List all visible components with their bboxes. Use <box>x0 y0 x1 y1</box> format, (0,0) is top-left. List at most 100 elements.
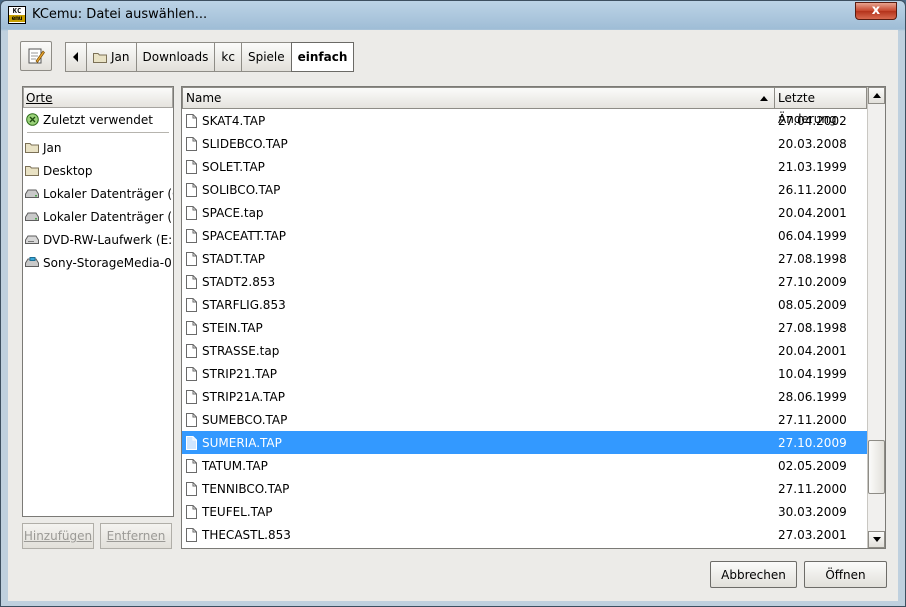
scroll-up-button[interactable] <box>868 87 885 104</box>
path-segment-downloads[interactable]: Downloads <box>135 42 216 72</box>
path-segment-label: einfach <box>297 50 348 64</box>
file-row[interactable]: TENNIBCO.TAP 27.11.2000 <box>182 477 867 500</box>
file-row[interactable]: SOLIBCO.TAP 26.11.2000 <box>182 178 867 201</box>
file-date: 20.04.2001 <box>778 343 847 358</box>
place-item[interactable]: Zuletzt verwendet <box>23 108 173 131</box>
path-segment-kc[interactable]: kc <box>214 42 242 72</box>
file-row[interactable]: SOLET.TAP 21.03.1999 <box>182 155 867 178</box>
kcemu-logo-icon: KC emu <box>8 6 26 24</box>
file-date: 21.03.1999 <box>778 159 847 174</box>
file-date: 27.10.2009 <box>778 435 847 450</box>
file-name-cell: SOLIBCO.TAP <box>182 182 774 197</box>
cancel-button[interactable]: Abbrechen <box>710 561 797 588</box>
places-list: Zuletzt verwendet Jan Desktop Lokaler Daten… <box>23 108 173 274</box>
file-name: STARFLIG.853 <box>202 297 286 312</box>
file-date: 30.03.2009 <box>778 504 847 519</box>
file-row[interactable]: SPACEATT.TAP 06.04.1999 <box>182 224 867 247</box>
open-button-label: Öffnen <box>825 567 866 582</box>
column-header-name-label: Name <box>186 91 222 105</box>
path-segment-spiele[interactable]: Spiele <box>240 42 292 72</box>
file-row[interactable]: STARFLIG.853 08.05.2009 <box>182 293 867 316</box>
file-name-cell: THECASTL.853 <box>182 527 774 542</box>
folder-icon <box>93 52 107 63</box>
window-title: KCemu: Datei auswählen... <box>32 7 208 22</box>
file-icon <box>186 458 197 473</box>
place-item[interactable]: Sony-StorageMedia-0... <box>23 251 173 274</box>
file-list-header: Name Letzte Änderung <box>182 87 867 126</box>
path-bar: Jan Downloads kc Spiele einfach <box>65 42 355 72</box>
logo-bottom-text: emu <box>9 15 25 22</box>
file-date: 28.06.1999 <box>778 389 847 404</box>
column-header-modified[interactable]: Letzte Änderung <box>774 87 867 126</box>
file-row[interactable]: SLIDEBCO.TAP 20.03.2008 <box>182 132 867 155</box>
type-filename-button[interactable] <box>20 41 52 71</box>
file-list: Name Letzte Änderung SKAT4.TAP 27.04.2002… <box>181 86 886 549</box>
path-segment-label: Jan <box>111 50 130 64</box>
path-segment-einfach[interactable]: einfach <box>290 42 355 72</box>
edit-pencil-icon <box>28 48 45 64</box>
file-date: 02.05.2009 <box>778 458 847 473</box>
file-icon <box>186 159 197 174</box>
file-row[interactable]: THECASTL.853 27.03.2001 <box>182 523 867 546</box>
title-bar[interactable]: KC emu KCemu: Datei auswählen... x <box>1 1 905 29</box>
file-row[interactable]: SPACE.tap 20.04.2001 <box>182 201 867 224</box>
file-name-cell: STEIN.TAP <box>182 320 774 335</box>
file-row[interactable]: SUMEBCO.TAP 27.11.2000 <box>182 408 867 431</box>
vertical-scrollbar[interactable] <box>867 87 885 548</box>
file-icon <box>186 412 197 427</box>
file-date: 27.03.2001 <box>778 527 847 542</box>
file-icon <box>186 274 197 289</box>
file-name-cell: SKAT4.TAP <box>182 113 774 128</box>
file-icon <box>186 481 197 496</box>
file-name-cell: STARFLIG.853 <box>182 297 774 312</box>
place-item-label: Lokaler Datenträger (D:) <box>43 209 173 224</box>
file-row[interactable]: STRIP21A.TAP 28.06.1999 <box>182 385 867 408</box>
column-header-name[interactable]: Name <box>182 87 775 109</box>
place-item[interactable]: Desktop <box>23 159 173 182</box>
file-icon <box>186 366 197 381</box>
open-button[interactable]: Öffnen <box>804 561 887 588</box>
file-date: 20.04.2001 <box>778 205 847 220</box>
add-bookmark-button[interactable]: Hinzufügen <box>22 523 94 549</box>
path-segment-jan[interactable]: Jan <box>86 42 137 72</box>
file-icon <box>186 182 197 197</box>
place-item[interactable]: Lokaler Datenträger (D:) <box>23 205 173 228</box>
place-item[interactable]: Lokaler Datenträger (C:) <box>23 182 173 205</box>
file-icon <box>186 205 197 220</box>
scroll-down-button[interactable] <box>868 531 885 548</box>
file-row[interactable]: STADT2.853 27.10.2009 <box>182 270 867 293</box>
file-name: TEUFEL.TAP <box>202 504 273 519</box>
place-item-label: Desktop <box>43 163 93 178</box>
file-row[interactable]: SKAT4.TAP 27.04.2002 <box>182 109 867 132</box>
file-row[interactable]: STRASSE.tap 20.04.2001 <box>182 339 867 362</box>
remove-bookmark-button[interactable]: Entfernen <box>100 523 172 549</box>
places-separator <box>27 132 169 133</box>
file-icon <box>186 297 197 312</box>
file-icon <box>186 527 197 542</box>
file-row[interactable]: STRIP21.TAP 10.04.1999 <box>182 362 867 385</box>
file-name: THECASTL.853 <box>202 527 291 542</box>
folder-icon <box>25 164 39 178</box>
file-row[interactable]: TATUM.TAP 02.05.2009 <box>182 454 867 477</box>
file-row[interactable]: STEIN.TAP 27.08.1998 <box>182 316 867 339</box>
file-name: SUMEBCO.TAP <box>202 412 288 427</box>
file-row[interactable]: SUMERIA.TAP 27.10.2009 <box>182 431 867 454</box>
file-icon <box>186 251 197 266</box>
file-icon <box>186 504 197 519</box>
drive-icon <box>25 210 39 224</box>
file-row[interactable]: STADT.TAP 27.08.1998 <box>182 247 867 270</box>
logo-top-text: KC <box>12 7 22 15</box>
path-back-button[interactable] <box>65 42 87 72</box>
file-date: 27.10.2009 <box>778 274 847 289</box>
close-button[interactable]: x <box>855 2 897 20</box>
file-icon <box>186 113 197 128</box>
place-item[interactable]: Jan <box>23 136 173 159</box>
places-header[interactable]: Orte <box>23 87 173 108</box>
arrow-down-icon <box>872 537 881 542</box>
place-item[interactable]: DVD-RW-Laufwerk (E:... <box>23 228 173 251</box>
file-row[interactable]: TEUFEL.TAP 30.03.2009 <box>182 500 867 523</box>
file-name: STADT2.853 <box>202 274 276 289</box>
file-name: STADT.TAP <box>202 251 266 266</box>
place-item-label: Lokaler Datenträger (C:) <box>43 186 173 201</box>
scrollbar-thumb[interactable] <box>868 440 885 494</box>
